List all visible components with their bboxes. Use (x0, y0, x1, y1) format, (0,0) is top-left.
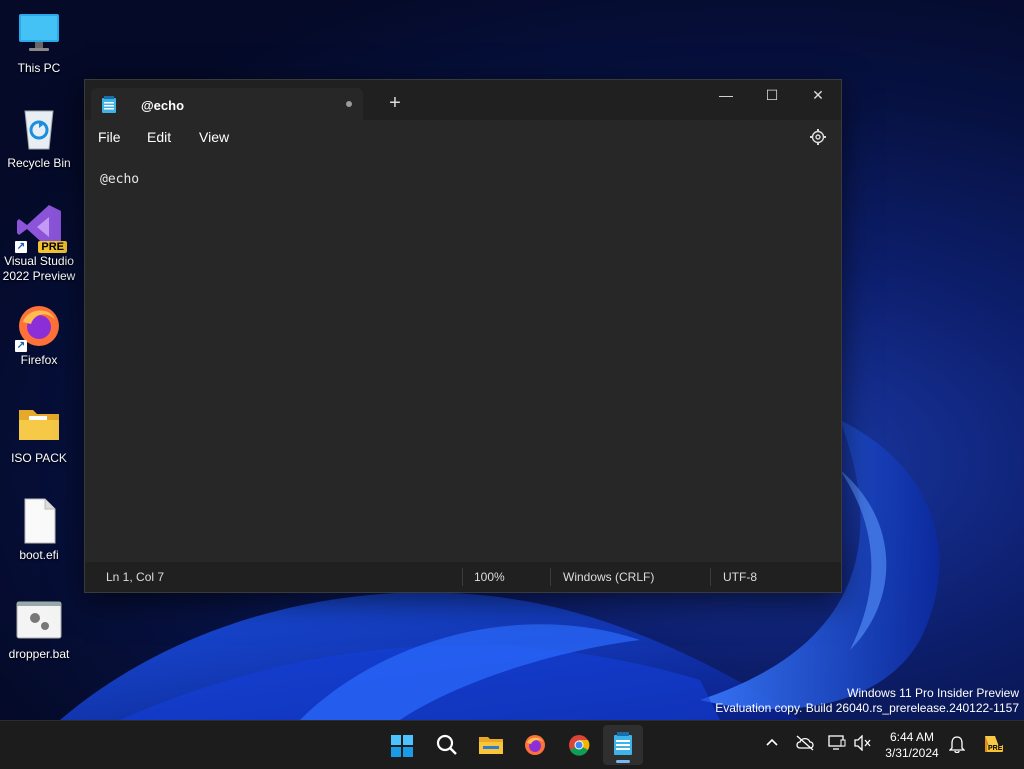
shortcut-arrow-icon: ↗ (15, 241, 27, 253)
unsaved-indicator-icon[interactable] (346, 101, 352, 107)
desktop-icon-dropper-bat[interactable]: dropper.bat (0, 596, 78, 662)
notepad-window: @echo + — ☐ ✕ File Edit View @echo Ln 1,… (84, 79, 842, 593)
copilot-pre-badge: PRE (987, 745, 1004, 752)
cloud-off-icon[interactable] (795, 735, 815, 756)
search-icon (436, 734, 458, 761)
desktop-icon-label: Recycle Bin (7, 156, 71, 170)
desktop-icon-firefox[interactable]: ↗ Firefox (0, 302, 78, 368)
minimize-button[interactable]: — (703, 80, 749, 110)
shortcut-arrow-icon: ↗ (15, 340, 27, 352)
desktop-icon-label: This PC (17, 61, 61, 75)
taskbar: 6:44 AM 3/31/2024 PRE (0, 720, 1024, 769)
gear-icon[interactable] (809, 128, 827, 151)
volume-muted-icon[interactable] (854, 734, 872, 756)
tab-title: @echo (141, 98, 185, 113)
text-editor[interactable]: @echo (85, 154, 841, 562)
pre-badge: PRE (38, 241, 67, 253)
watermark-line-2: Evaluation copy. Build 26040.rs_prerelea… (715, 701, 1019, 715)
divider (710, 568, 711, 586)
desktop-icon-label: boot.efi (19, 548, 59, 562)
menu-bar: File Edit View (85, 120, 841, 154)
recycle-bin-icon (15, 105, 63, 153)
bell-icon[interactable] (948, 735, 966, 758)
status-bar: Ln 1, Col 7 100% Windows (CRLF) UTF-8 (85, 562, 841, 592)
clock-date: 3/31/2024 (885, 746, 939, 760)
clock[interactable]: 6:44 AM 3/31/2024 (878, 729, 946, 761)
desktop-icon-label: Visual Studio 2022 Preview (2, 254, 76, 283)
copilot-icon[interactable]: PRE (981, 732, 1005, 761)
file-icon (15, 497, 63, 545)
menu-file[interactable]: File (98, 129, 121, 145)
desktop-icon-this-pc[interactable]: This PC (0, 10, 78, 76)
divider (550, 568, 551, 586)
evaluation-watermark: Windows 11 Pro Insider Preview Evaluatio… (715, 686, 1019, 716)
start-icon (391, 735, 413, 762)
search-button[interactable] (427, 725, 467, 765)
firefox-icon: ↗ (15, 302, 63, 352)
new-tab-button[interactable]: + (381, 90, 409, 118)
watermark-line-1: Windows 11 Pro Insider Preview (847, 686, 1019, 700)
tab-echo[interactable]: @echo (91, 88, 363, 120)
firefox-icon (524, 734, 546, 761)
menu-edit[interactable]: Edit (147, 129, 171, 145)
visual-studio-icon: PRE ↗ (15, 203, 67, 253)
display-icon[interactable] (828, 735, 846, 756)
chrome-icon (568, 734, 590, 761)
firefox-taskbar-button[interactable] (515, 725, 555, 765)
chrome-taskbar-button[interactable] (559, 725, 599, 765)
file-explorer-button[interactable] (471, 725, 511, 765)
notepad-taskbar-button[interactable] (603, 725, 643, 765)
desktop-icon-label: dropper.bat (8, 647, 70, 661)
chevron-up-icon[interactable] (765, 735, 779, 754)
title-bar[interactable]: @echo + — ☐ ✕ (85, 80, 841, 120)
editor-content[interactable]: @echo (100, 172, 139, 187)
active-indicator (616, 760, 630, 763)
cursor-position: Ln 1, Col 7 (106, 570, 165, 584)
desktop-icon-label: ISO PACK (11, 451, 67, 465)
desktop-icon-recycle-bin[interactable]: Recycle Bin (0, 105, 78, 171)
divider (462, 568, 463, 586)
line-ending[interactable]: Windows (CRLF) (563, 570, 654, 584)
menu-view[interactable]: View (199, 129, 229, 145)
desktop-icon-visual-studio[interactable]: PRE ↗ Visual Studio 2022 Preview (0, 203, 78, 284)
notepad-icon (613, 732, 633, 761)
close-button[interactable]: ✕ (795, 80, 841, 110)
zoom-level[interactable]: 100% (474, 570, 505, 584)
monitor-icon (15, 10, 63, 58)
clock-time: 6:44 AM (889, 730, 935, 744)
start-button[interactable] (382, 725, 422, 765)
desktop-icon-iso-pack[interactable]: ISO PACK (0, 400, 78, 466)
desktop-icon-boot-efi[interactable]: boot.efi (0, 497, 78, 563)
maximize-button[interactable]: ☐ (749, 80, 795, 110)
batch-file-icon (15, 596, 63, 644)
notepad-icon (101, 96, 117, 119)
file-explorer-icon (479, 734, 503, 761)
encoding[interactable]: UTF-8 (723, 570, 757, 584)
desktop-icon-label: Firefox (20, 353, 58, 367)
folder-icon (15, 400, 63, 448)
